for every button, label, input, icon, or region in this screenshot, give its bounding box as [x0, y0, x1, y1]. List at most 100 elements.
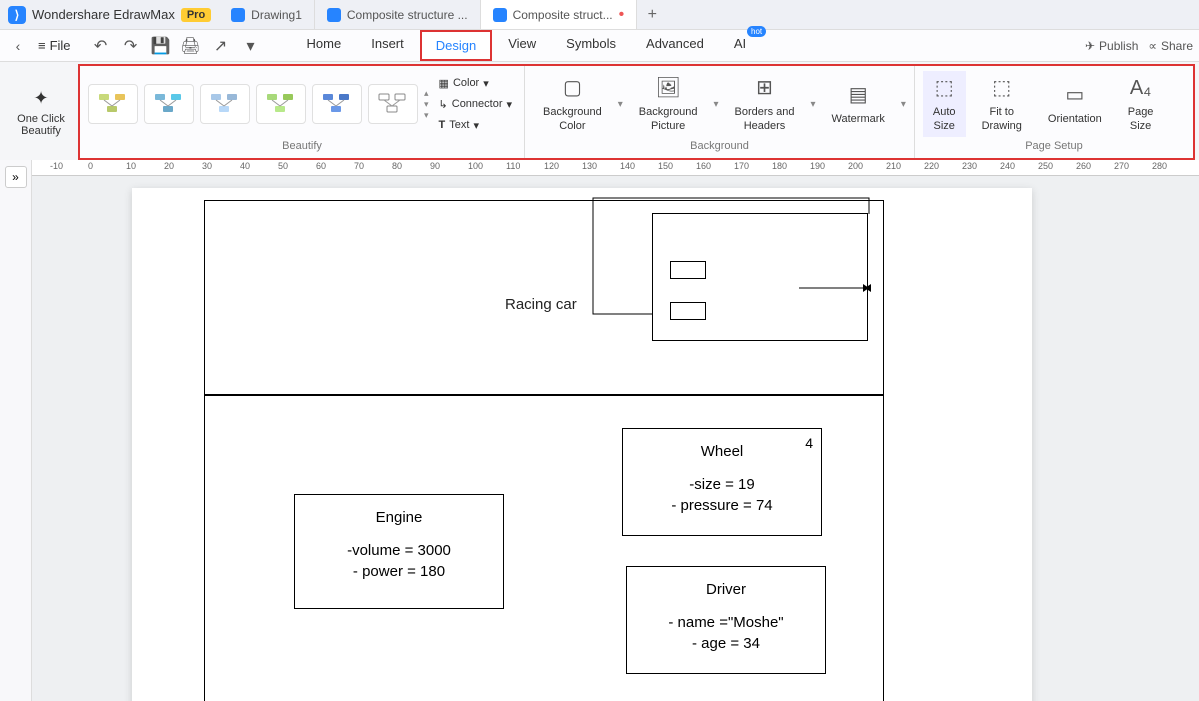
engine-attr-1: -volume = 3000: [295, 540, 503, 561]
right-actions: ✈ Publish ∝ Share: [1085, 39, 1193, 53]
theme-preset-6[interactable]: [368, 84, 418, 124]
orientation-button[interactable]: ▭Orientation: [1038, 78, 1112, 130]
theme-preset-1[interactable]: [88, 84, 138, 124]
theme-preset-2[interactable]: [144, 84, 194, 124]
label: Auto Size: [933, 105, 956, 134]
back-button[interactable]: ‹: [6, 34, 30, 58]
publish-icon: ✈: [1085, 39, 1095, 53]
label: Background Picture: [639, 105, 698, 134]
hamburger-icon: ≡: [38, 38, 46, 53]
group-label: Page Setup: [923, 138, 1185, 154]
wheel-attr-1: -size = 19: [623, 474, 821, 495]
file-menu[interactable]: ≡ File: [30, 38, 79, 53]
driver-attr-2: - age = 34: [627, 633, 825, 654]
tab-design[interactable]: Design: [420, 30, 492, 61]
chevron-down-icon[interactable]: ▾: [901, 99, 906, 110]
tab-view[interactable]: View: [494, 30, 550, 61]
label: Color: [453, 77, 479, 89]
tab-label: Symbols: [566, 36, 616, 51]
driver-name: Driver: [627, 581, 825, 598]
save-button[interactable]: 💾: [149, 34, 173, 58]
borders-icon: ⊞: [756, 75, 773, 101]
engine-box[interactable]: Engine -volume = 3000 - power = 180: [294, 494, 504, 609]
fit-to-drawing-button[interactable]: ⬚Fit to Drawing: [972, 71, 1032, 138]
tab-advanced[interactable]: Advanced: [632, 30, 718, 61]
share-label: Share: [1161, 39, 1193, 53]
tab-label: AI: [734, 36, 746, 51]
connector-dropdown[interactable]: ↳Connector ▾: [435, 96, 517, 113]
bg-picture-icon: 🖼: [655, 75, 680, 101]
horizontal-ruler: -20-100102030405060708090100110120130140…: [32, 160, 1199, 176]
wheel-box[interactable]: 4 Wheel -size = 19 - pressure = 74: [622, 428, 822, 536]
title-bar: ⟩ Wondershare EdrawMax Pro Drawing1 Comp…: [0, 0, 1199, 30]
more-button[interactable]: ▾: [239, 34, 263, 58]
undo-button[interactable]: ↶: [89, 34, 113, 58]
theme-preset-5[interactable]: [312, 84, 362, 124]
canvas[interactable]: Racing car Engine -volume = 3000 - power…: [32, 176, 1199, 701]
pro-badge: Pro: [181, 8, 211, 22]
background-picture-button[interactable]: 🖼 Background Picture: [629, 71, 708, 138]
group-label: Background: [533, 138, 906, 154]
wheel-attr-2: - pressure = 74: [623, 495, 821, 516]
tab-label: View: [508, 36, 536, 51]
driver-attr-1: - name ="Moshe": [627, 612, 825, 633]
hot-badge: hot: [747, 26, 766, 37]
tab-symbols[interactable]: Symbols: [552, 30, 630, 61]
left-panel: »: [0, 160, 32, 701]
share-button[interactable]: ∝ Share: [1148, 39, 1193, 53]
chevron-down-icon[interactable]: ▾: [618, 99, 623, 110]
pagesize-icon: A₄: [1130, 75, 1152, 101]
bg-color-icon: ▢: [563, 75, 582, 101]
background-color-button[interactable]: ▢ Background Color: [533, 71, 612, 138]
racing-car-label: Racing car: [505, 296, 577, 313]
menu-bar: ‹ ≡ File ↶ ↷ 💾 🖨 ↗ ▾ Home Insert Design …: [0, 30, 1199, 62]
tab-label: Composite structure ...: [347, 8, 468, 22]
doc-tab[interactable]: Drawing1: [219, 0, 315, 29]
watermark-button[interactable]: ▤Watermark: [822, 78, 895, 130]
auto-size-button[interactable]: ⬚Auto Size: [923, 71, 966, 138]
driver-box[interactable]: Driver - name ="Moshe" - age = 34: [626, 566, 826, 674]
chevron-down-icon[interactable]: ▾: [810, 99, 815, 110]
file-label: File: [50, 38, 71, 53]
tab-insert[interactable]: Insert: [357, 30, 418, 61]
one-click-beautify-button[interactable]: ✦ One Click Beautify: [6, 66, 76, 158]
engine-name: Engine: [295, 509, 503, 526]
tab-label: Design: [436, 38, 476, 53]
export-button[interactable]: ↗: [209, 34, 233, 58]
app-logo-icon: ⟩: [8, 6, 26, 24]
doc-icon: [231, 8, 245, 22]
print-button[interactable]: 🖨: [179, 34, 203, 58]
sparkle-icon: ✦: [33, 88, 48, 109]
palette-icon: ▦: [439, 77, 449, 90]
borders-headers-button[interactable]: ⊞Borders and Headers: [725, 71, 805, 138]
color-dropdown[interactable]: ▦Color ▾: [435, 75, 517, 92]
theme-preset-3[interactable]: [200, 84, 250, 124]
port-2[interactable]: [670, 302, 706, 320]
page-size-button[interactable]: A₄Page Size: [1118, 71, 1164, 138]
theme-preset-4[interactable]: [256, 84, 306, 124]
main-tabs: Home Insert Design View Symbols Advanced…: [293, 30, 761, 61]
publish-button[interactable]: ✈ Publish: [1085, 39, 1138, 53]
one-click-label: One Click Beautify: [17, 113, 65, 137]
wheel-name: Wheel: [623, 443, 821, 460]
orientation-icon: ▭: [1065, 82, 1084, 108]
app-title: ⟩ Wondershare EdrawMax Pro: [0, 6, 219, 24]
page[interactable]: Racing car Engine -volume = 3000 - power…: [132, 188, 1032, 701]
theme-scroll[interactable]: ▴▾▾: [424, 88, 429, 121]
tab-label: Composite struct...: [513, 8, 613, 22]
label: Text: [449, 119, 469, 131]
tab-ai[interactable]: AI hot: [720, 30, 760, 61]
chevron-down-icon[interactable]: ▾: [714, 99, 719, 110]
workspace: » -20-1001020304050607080901001101201301…: [0, 160, 1199, 701]
label: Background Color: [543, 105, 602, 134]
port-1[interactable]: [670, 261, 706, 279]
panel-toggle-button[interactable]: »: [5, 166, 27, 188]
redo-button[interactable]: ↷: [119, 34, 143, 58]
label: Connector: [452, 98, 503, 110]
doc-tab[interactable]: Composite structure ...: [315, 0, 481, 29]
add-tab-button[interactable]: +: [637, 6, 667, 24]
tab-label: Advanced: [646, 36, 704, 51]
text-dropdown[interactable]: TText ▾: [435, 117, 517, 134]
doc-tab-active[interactable]: Composite struct... •: [481, 0, 638, 29]
tab-home[interactable]: Home: [293, 30, 356, 61]
